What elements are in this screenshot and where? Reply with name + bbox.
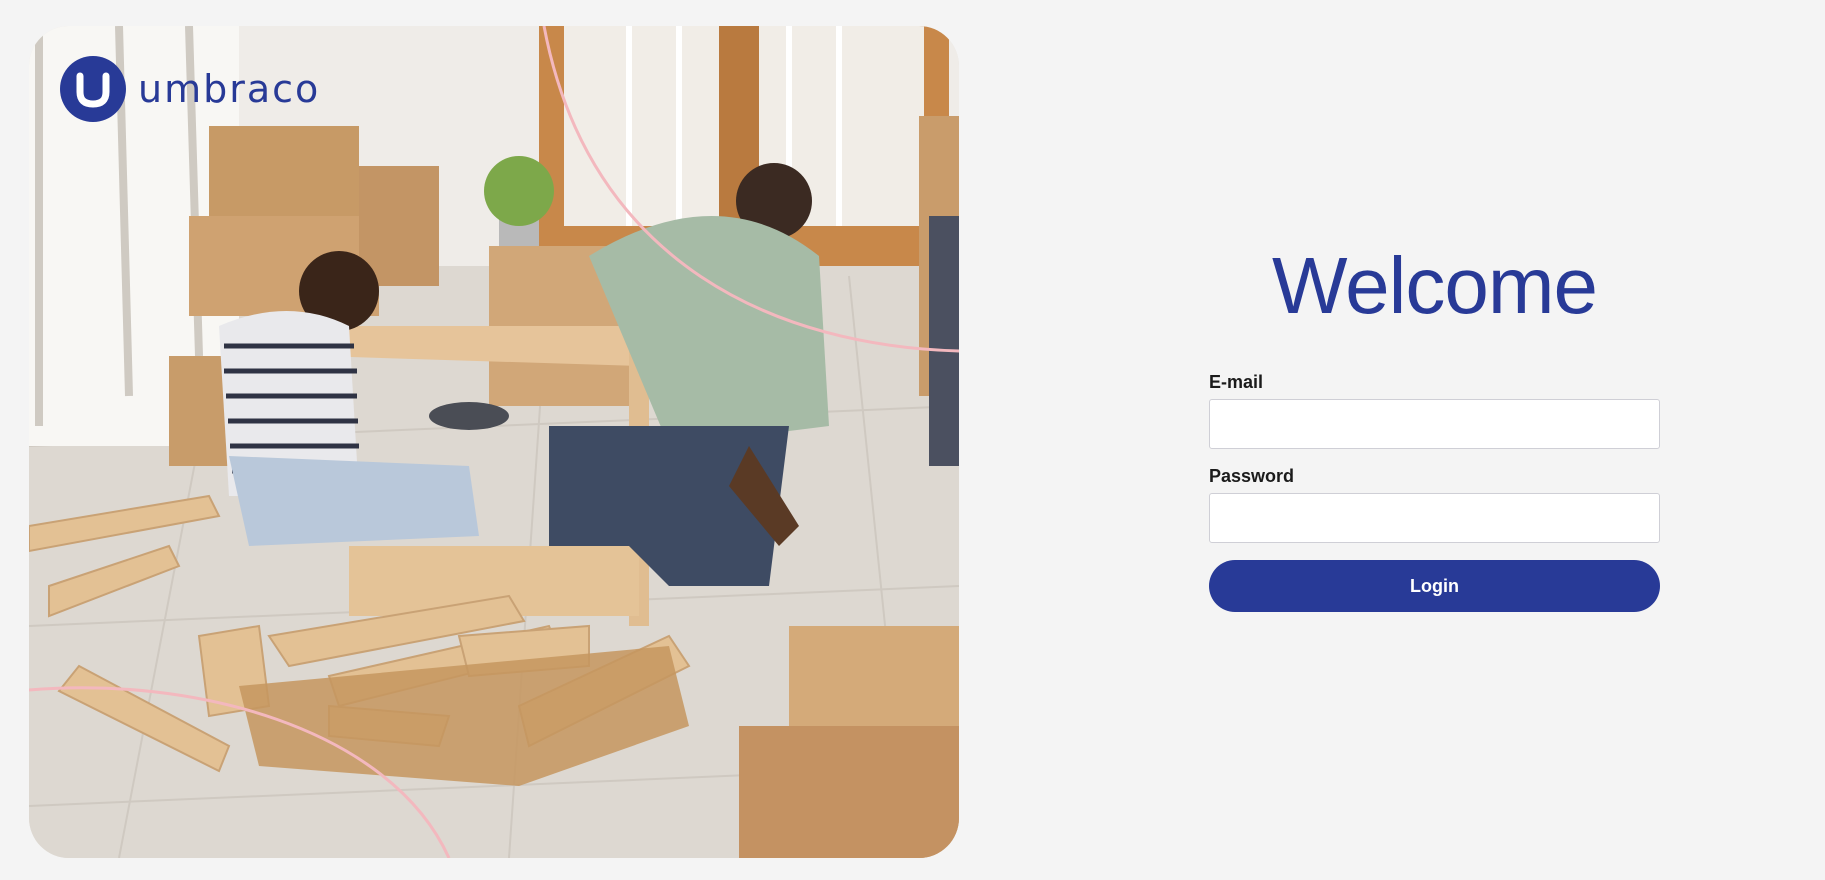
umbraco-u-icon bbox=[60, 56, 126, 122]
login-button[interactable]: Login bbox=[1209, 560, 1660, 612]
umbraco-u-glyph bbox=[76, 72, 110, 108]
login-page: umbraco Welcome E-mail Password Login bbox=[0, 0, 1825, 880]
brand-logo: umbraco bbox=[60, 56, 320, 122]
page-title: Welcome bbox=[1272, 241, 1598, 330]
brand-name: umbraco bbox=[138, 67, 321, 111]
password-field[interactable] bbox=[1209, 493, 1660, 543]
email-label: E-mail bbox=[1209, 372, 1264, 392]
hero-image: umbraco bbox=[29, 26, 959, 858]
password-label: Password bbox=[1209, 466, 1295, 486]
password-group: Password bbox=[1209, 466, 1660, 543]
login-form: Welcome E-mail Password Login bbox=[1209, 240, 1660, 612]
hero-photo bbox=[29, 26, 959, 858]
email-field[interactable] bbox=[1209, 399, 1660, 449]
email-group: E-mail bbox=[1209, 372, 1660, 449]
